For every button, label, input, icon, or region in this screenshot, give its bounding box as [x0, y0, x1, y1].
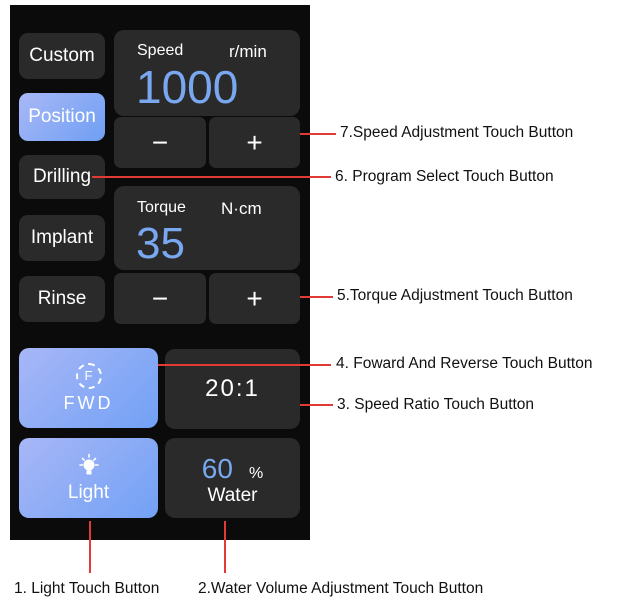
- speed-plus-button[interactable]: +: [209, 117, 300, 168]
- plus-icon: +: [246, 126, 263, 158]
- device-panel: Custom Position Drilling Implant Rinse S…: [10, 5, 310, 540]
- torque-plus-button[interactable]: +: [209, 273, 300, 324]
- callout-line-light: [89, 521, 91, 573]
- light-button[interactable]: Light: [19, 438, 158, 518]
- speed-unit: r/min: [229, 42, 267, 61]
- callout-line-fwd-rev: [158, 364, 331, 366]
- speed-minus-button[interactable]: −: [114, 117, 206, 168]
- callout-line-speed-adjust: [300, 133, 336, 135]
- light-bulb-icon: [78, 453, 99, 474]
- callout-water: 2.Water Volume Adjustment Touch Button: [198, 580, 484, 597]
- torque-minus-button[interactable]: −: [114, 273, 206, 324]
- speed-ratio-button[interactable]: 20:1: [165, 349, 300, 429]
- water-unit: %: [248, 465, 264, 482]
- torque-value: 35: [136, 219, 185, 268]
- light-label: Light: [67, 481, 110, 503]
- callout-fwd-rev: 4. Foward And Reverse Touch Button: [336, 355, 593, 372]
- callout-line-torque-adjust: [300, 296, 333, 298]
- torque-display: Torque N·cm 35: [114, 186, 300, 270]
- torque-label: Torque: [137, 199, 186, 216]
- fwd-button[interactable]: F FWD: [19, 348, 158, 428]
- program-button-custom[interactable]: Custom: [19, 33, 105, 79]
- program-label: Custom: [29, 45, 95, 66]
- fwd-label: FWD: [63, 392, 114, 413]
- speed-value: 1000: [136, 61, 239, 113]
- callout-line-water: [224, 521, 226, 573]
- water-value-row: 60 %: [202, 453, 263, 485]
- speed-ratio-value: 20:1: [205, 375, 260, 402]
- callout-light: 1. Light Touch Button: [14, 580, 160, 597]
- program-button-position[interactable]: Position: [19, 93, 105, 141]
- speed-label: Speed: [137, 42, 184, 59]
- callout-line-speed-ratio: [300, 404, 333, 406]
- torque-unit: N·cm: [221, 199, 262, 218]
- water-value: 60: [201, 453, 233, 484]
- program-label: Drilling: [32, 166, 92, 187]
- program-button-rinse[interactable]: Rinse: [19, 276, 105, 322]
- water-label: Water: [207, 485, 258, 506]
- callout-speed-adjust: 7.Speed Adjustment Touch Button: [340, 124, 574, 141]
- callout-program-select: 6. Program Select Touch Button: [335, 168, 554, 185]
- minus-icon: −: [151, 126, 169, 158]
- program-label: Position: [28, 106, 96, 127]
- program-label: Implant: [30, 227, 94, 248]
- callout-torque-adjust: 5.Torque Adjustment Touch Button: [337, 287, 573, 304]
- water-button[interactable]: 60 % Water: [165, 438, 300, 518]
- fwd-icon-letter: F: [84, 368, 93, 383]
- plus-icon: +: [246, 282, 263, 314]
- callout-speed-ratio: 3. Speed Ratio Touch Button: [337, 396, 535, 413]
- program-label: Rinse: [37, 288, 87, 309]
- callout-line-program-select: [92, 176, 331, 178]
- minus-icon: −: [151, 282, 169, 314]
- fwd-icon: F: [75, 362, 102, 389]
- program-button-implant[interactable]: Implant: [19, 215, 105, 261]
- speed-display: Speed r/min 1000: [114, 30, 300, 116]
